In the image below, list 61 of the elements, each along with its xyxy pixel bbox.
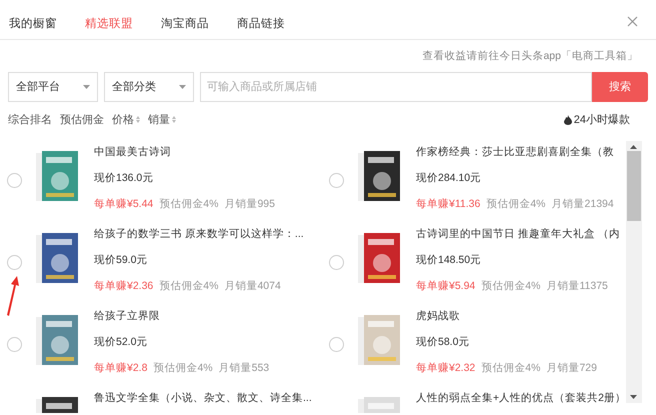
tab[interactable]: 我的橱窗 — [9, 16, 57, 39]
annotation-arrow — [5, 276, 21, 316]
product-price: 现价148.50元 — [416, 252, 482, 267]
scroll-thumb[interactable] — [626, 150, 641, 221]
sort-option[interactable]: 价格 — [112, 112, 140, 128]
radio-button[interactable] — [329, 336, 344, 352]
radio-button[interactable] — [329, 172, 344, 188]
product-price: 现价284.10元 — [416, 170, 482, 185]
earning-text: 每单赚¥5.44 — [94, 196, 154, 211]
sales-text: 月销量553 — [218, 360, 270, 375]
scroll-down-icon[interactable] — [630, 394, 638, 399]
earning-text: 每单赚¥11.36 — [416, 196, 480, 211]
radio-button[interactable] — [7, 254, 22, 270]
radio-button[interactable] — [329, 254, 344, 270]
caret-icon — [83, 84, 90, 89]
sort-icon — [172, 116, 176, 124]
product-price: 现价59.0元 — [94, 252, 148, 267]
earning-text: 每单赚¥2.36 — [94, 278, 154, 293]
flame-icon — [564, 114, 572, 125]
earning-text: 每单赚¥5.94 — [416, 278, 476, 293]
product-price: 现价58.0元 — [416, 334, 470, 349]
commission-text: 预估佣金4% — [481, 360, 540, 375]
product-title[interactable]: 古诗词里的中国节日 推趣童年大礼盒 （内 — [416, 226, 620, 241]
sort-icon — [136, 116, 140, 124]
sales-text: 月销量729 — [546, 360, 597, 375]
product-price: 现价136.0元 — [94, 170, 154, 185]
dropdown[interactable]: 全部分类 — [104, 72, 194, 102]
notice-text: 查看收益请前往今日头条app「电商工具箱」 — [422, 49, 638, 64]
tab[interactable]: 精选联盟 — [85, 16, 133, 39]
product-title[interactable]: 中国最美古诗词 — [94, 144, 275, 159]
commission-text: 预估佣金4% — [159, 278, 218, 293]
hot-label[interactable]: 24小时爆款 — [574, 112, 630, 128]
product-title[interactable]: 作家榜经典：莎士比亚悲剧喜剧全集（教 — [416, 144, 614, 159]
product-title[interactable]: 人性的弱点全集+人性的优点（套装共2册） — [416, 390, 626, 405]
product-title[interactable]: 给孩子立界限 — [94, 308, 270, 323]
close-icon[interactable] — [627, 16, 638, 27]
commission-text: 预估佣金4% — [159, 196, 218, 211]
tab[interactable]: 商品链接 — [237, 16, 285, 39]
sales-text: 月销量21394 — [552, 196, 614, 211]
product-title[interactable]: 鲁迅文学全集（小说、杂文、散文、诗全集... — [94, 390, 312, 405]
sales-text: 月销量11375 — [546, 278, 608, 293]
tab[interactable]: 淘宝商品 — [161, 16, 209, 39]
dropdown[interactable]: 全部平台 — [8, 72, 98, 102]
sales-text: 月销量995 — [224, 196, 275, 211]
scrollbar[interactable] — [626, 140, 642, 403]
sort-option[interactable]: 销量 — [148, 112, 176, 128]
sort-option[interactable]: 预估佣金 — [60, 112, 104, 128]
product-title[interactable]: 给孩子的数学三书 原来数学可以这样学：... — [94, 226, 304, 241]
product-price: 现价52.0元 — [94, 334, 148, 349]
caret-icon — [179, 84, 186, 89]
commission-text: 预估佣金4% — [486, 196, 546, 211]
sort-option[interactable]: 综合排名 — [8, 112, 52, 128]
radio-button[interactable] — [7, 172, 22, 188]
search-field[interactable]: 可输入商品或所属店铺 — [200, 72, 592, 102]
product-title[interactable]: 虎妈战歌 — [416, 308, 597, 323]
earning-text: 每单赚¥2.32 — [416, 360, 476, 375]
commission-text: 预估佣金4% — [481, 278, 540, 293]
commission-text: 预估佣金4% — [153, 360, 213, 375]
earning-text: 每单赚¥2.8 — [94, 360, 148, 375]
radio-button[interactable] — [7, 336, 22, 352]
sales-text: 月销量4074 — [224, 278, 281, 293]
